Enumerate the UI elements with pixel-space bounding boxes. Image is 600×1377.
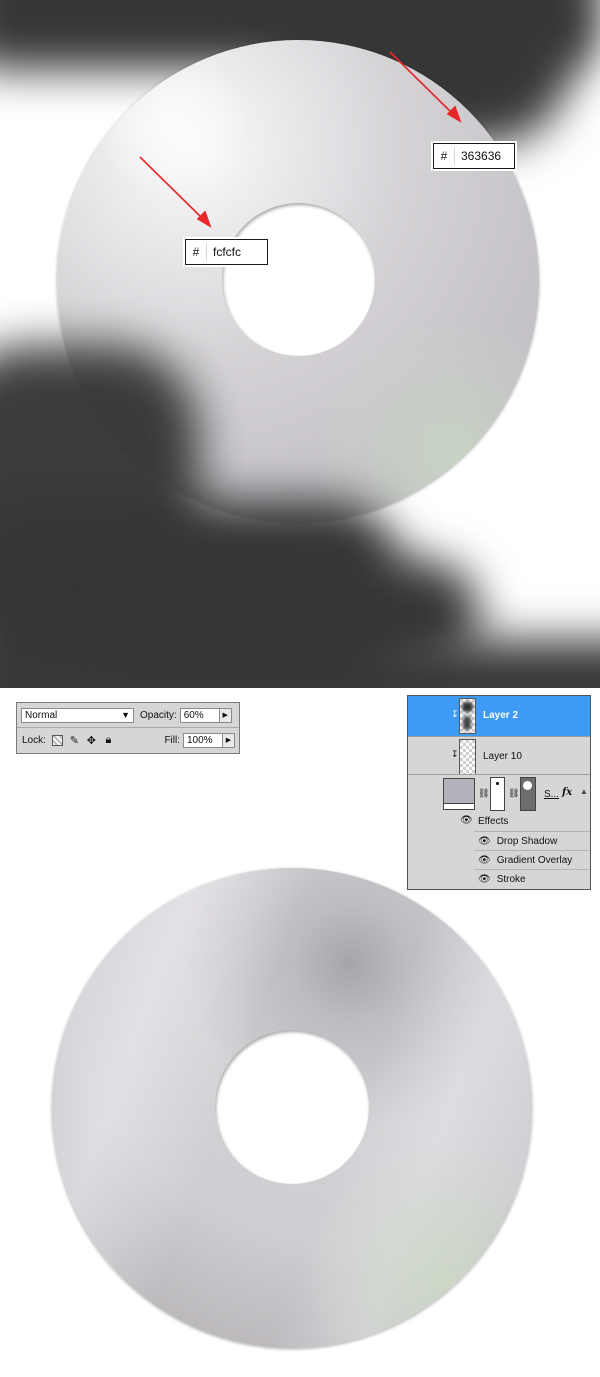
hash-label: # [192,245,200,259]
effect-name: Gradient Overlay [496,855,573,866]
padlock-icon[interactable]: 🔒︎ [103,734,114,746]
hash-label: # [440,149,448,163]
layer-row-shape[interactable]: ⛓ ⛓ S... fx ▲ [408,774,590,813]
eye-icon[interactable]: 👁︎ [478,836,491,847]
fill-input[interactable]: 100% [183,732,223,748]
effect-name: Drop Shadow [496,836,558,847]
effect-item-stroke[interactable]: 👁︎ Stroke [474,869,590,889]
annotation-arrows [139,51,462,228]
lock-transparent-icon[interactable] [51,734,63,746]
fx-icon[interactable]: fx [562,787,572,798]
clipping-arrow-icon: ↧ [451,709,459,719]
layer-thumbnail[interactable] [459,739,476,775]
hex-color-field-dark[interactable]: # 363636 [433,143,515,169]
eye-icon[interactable]: 👁︎ [460,815,473,826]
layer-name: Layer 2 [483,710,519,721]
hex-color-field-light[interactable]: # fcfcfc [185,239,268,265]
blend-mode-value: Normal [25,709,58,721]
artwork-canvas-top: # 363636 # fcfcfc [0,0,600,688]
blend-mode-select[interactable]: Normal ▼ [21,707,134,723]
opacity-label: Opacity: [140,709,177,721]
clipping-arrow-icon: ↧ [451,749,459,759]
layer-name: S... [544,789,560,800]
fill-label: Fill: [164,734,180,746]
move-icon[interactable]: ✥ [86,735,97,747]
effect-name: Stroke [496,874,526,885]
layer-row-layer-10[interactable]: ↧ Layer 10 [408,736,590,775]
layers-panel: ↧ Layer 2 ↧ Layer 10 ⛓ ⛓ S... fx ▲ 👁︎ Ef… [407,695,591,890]
opacity-slider-arrow-icon[interactable]: ▶ [219,707,232,723]
blend-row: Normal ▼ Opacity: 60% ▶ [17,703,239,728]
artwork-canvas-bottom [0,850,600,1377]
expand-triangle-icon[interactable]: ▲ [580,787,588,796]
fill-thumbnail[interactable] [443,778,475,810]
lock-label: Lock: [22,734,46,746]
vector-mask-thumbnail[interactable] [520,777,536,811]
layer-row-layer-2[interactable]: ↧ Layer 2 [408,696,590,736]
layer-blend-options-panel: Normal ▼ Opacity: 60% ▶ Lock: ✎ ✥ 🔒︎ Fil… [16,702,240,754]
fill-slider-arrow-icon[interactable]: ▶ [223,732,235,748]
arrow-to-dark-color [389,51,462,123]
layer-thumbnail[interactable] [459,698,476,734]
lock-row: Lock: ✎ ✥ 🔒︎ Fill: 100% ▶ [17,728,239,752]
hex-value[interactable]: 363636 [454,147,511,165]
effects-label: Effects [478,816,509,827]
arrow-to-highlight [139,156,212,228]
eye-icon[interactable]: 👁︎ [478,874,491,885]
layer-mask-thumbnail[interactable] [490,777,505,811]
chevron-down-icon: ▼ [121,710,130,720]
brush-icon[interactable]: ✎ [69,735,80,747]
chain-link-icon[interactable]: ⛓ [508,788,519,799]
eye-icon[interactable]: 👁︎ [478,855,491,866]
opacity-input[interactable]: 60% [179,707,220,723]
effects-header[interactable]: 👁︎ Effects [408,812,590,831]
layer-name: Layer 10 [483,751,522,762]
hex-value[interactable]: fcfcfc [206,243,264,261]
effect-item-drop-shadow[interactable]: 👁︎ Drop Shadow [474,831,590,851]
effect-item-gradient-overlay[interactable]: 👁︎ Gradient Overlay [474,850,590,870]
chain-link-icon[interactable]: ⛓ [478,788,489,799]
disc-bottom-center-hole [215,1030,369,1184]
